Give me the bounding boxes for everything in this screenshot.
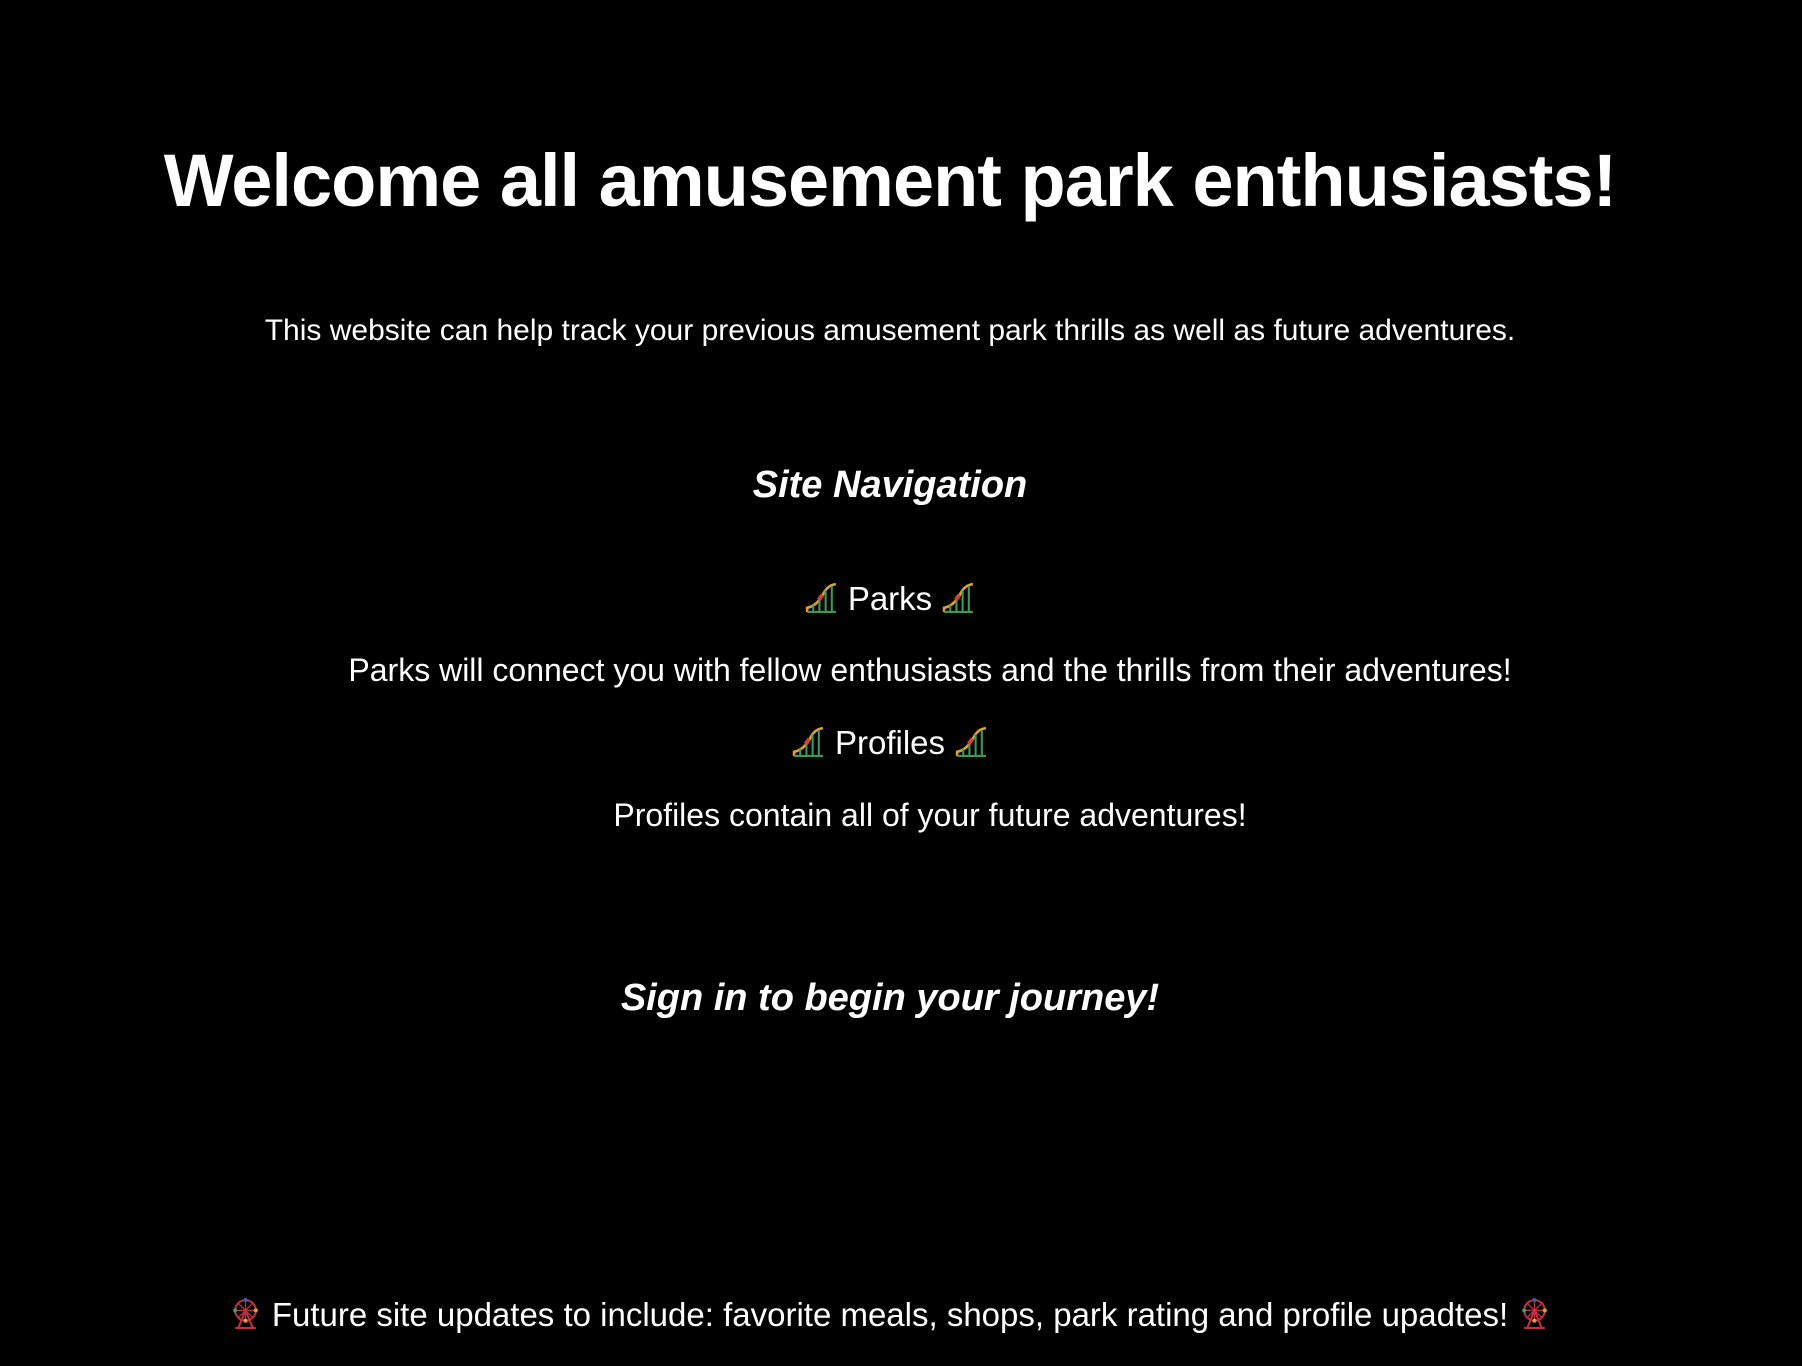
nav-link-parks[interactable]: Parks — [0, 580, 1780, 622]
roller-coaster-icon — [955, 725, 988, 766]
nav-link-label: Parks — [847, 580, 933, 617]
signin-prompt: Sign in to begin your journey! — [620, 977, 1160, 1019]
footer-updates: Future site updates to include: favorite… — [0, 1296, 1780, 1338]
nav-link-label: Profiles — [834, 724, 946, 761]
parks-description: Parks will connect you with fellow enthu… — [348, 652, 1512, 688]
roller-coaster-icon — [942, 581, 975, 622]
ferris-wheel-icon — [1518, 1297, 1551, 1338]
roller-coaster-icon — [805, 581, 838, 622]
page-title: Welcome all amusement park enthusiasts! — [163, 139, 1618, 222]
intro-text: This website can help track your previou… — [264, 314, 1516, 347]
site-navigation-heading: Site Navigation — [752, 464, 1028, 506]
ferris-wheel-icon — [229, 1297, 262, 1338]
roller-coaster-icon — [792, 725, 825, 766]
footer-text: Future site updates to include: favorite… — [271, 1296, 1509, 1333]
profiles-description: Profiles contain all of your future adve… — [613, 797, 1247, 833]
nav-link-profiles[interactable]: Profiles — [0, 724, 1780, 766]
